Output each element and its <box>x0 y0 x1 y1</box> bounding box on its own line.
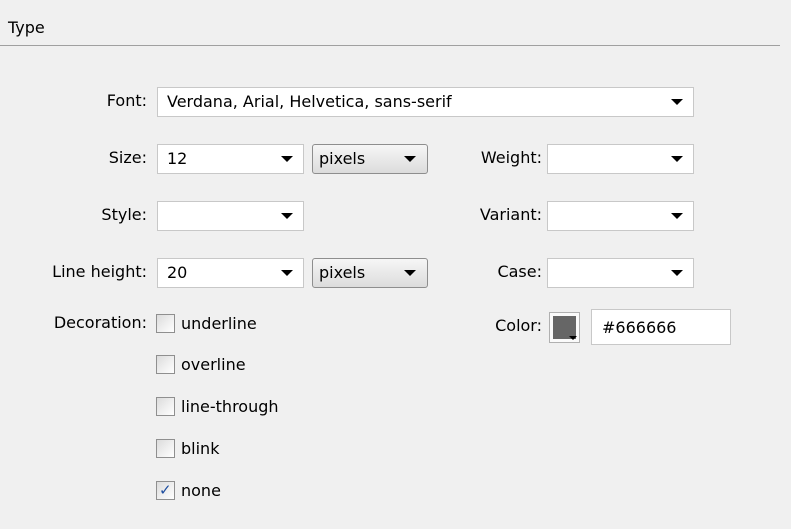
decoration-label: Decoration: <box>53 313 147 332</box>
case-select[interactable] <box>547 258 694 288</box>
style-select[interactable] <box>157 201 304 231</box>
underline-label: underline <box>181 314 257 333</box>
chevron-down-icon <box>404 270 416 276</box>
chevron-down-icon <box>671 156 683 162</box>
line-height-label: Line height: <box>52 262 147 281</box>
dropdown-corner-icon <box>569 336 577 340</box>
style-label: Style: <box>101 205 147 224</box>
size-units-select[interactable]: pixels <box>312 144 428 174</box>
size-select[interactable]: 12 <box>157 144 304 174</box>
chevron-down-icon <box>671 99 683 105</box>
check-icon: ✓ <box>159 481 172 499</box>
overline-checkbox[interactable] <box>156 355 175 374</box>
line-through-checkbox[interactable] <box>156 397 175 416</box>
size-units-value: pixels <box>319 149 366 168</box>
size-select-value: 12 <box>167 149 188 168</box>
blink-label: blink <box>181 439 220 458</box>
weight-label: Weight: <box>480 148 542 167</box>
color-label: Color: <box>495 316 542 335</box>
color-picker-button[interactable] <box>549 312 580 343</box>
font-label: Font: <box>106 91 147 110</box>
size-label: Size: <box>108 148 147 167</box>
color-hex-input[interactable] <box>591 309 731 345</box>
variant-label: Variant: <box>479 205 542 224</box>
chevron-down-icon <box>671 213 683 219</box>
underline-checkbox[interactable] <box>156 314 175 333</box>
overline-label: overline <box>181 355 246 374</box>
variant-select[interactable] <box>547 201 694 231</box>
weight-select[interactable] <box>547 144 694 174</box>
none-checkbox[interactable]: ✓ <box>156 481 175 500</box>
line-height-units-select[interactable]: pixels <box>312 258 428 288</box>
chevron-down-icon <box>281 156 293 162</box>
none-label: none <box>181 481 221 500</box>
section-divider <box>0 45 780 46</box>
font-select[interactable]: Verdana, Arial, Helvetica, sans-serif <box>157 87 694 117</box>
line-height-select[interactable]: 20 <box>157 258 304 288</box>
chevron-down-icon <box>281 270 293 276</box>
chevron-down-icon <box>281 213 293 219</box>
chevron-down-icon <box>404 156 416 162</box>
case-label: Case: <box>497 262 542 281</box>
line-height-units-value: pixels <box>319 263 366 282</box>
font-select-value: Verdana, Arial, Helvetica, sans-serif <box>167 92 452 111</box>
line-through-label: line-through <box>181 397 279 416</box>
blink-checkbox[interactable] <box>156 439 175 458</box>
line-height-select-value: 20 <box>167 263 188 282</box>
section-title: Type <box>8 18 45 37</box>
chevron-down-icon <box>671 270 683 276</box>
